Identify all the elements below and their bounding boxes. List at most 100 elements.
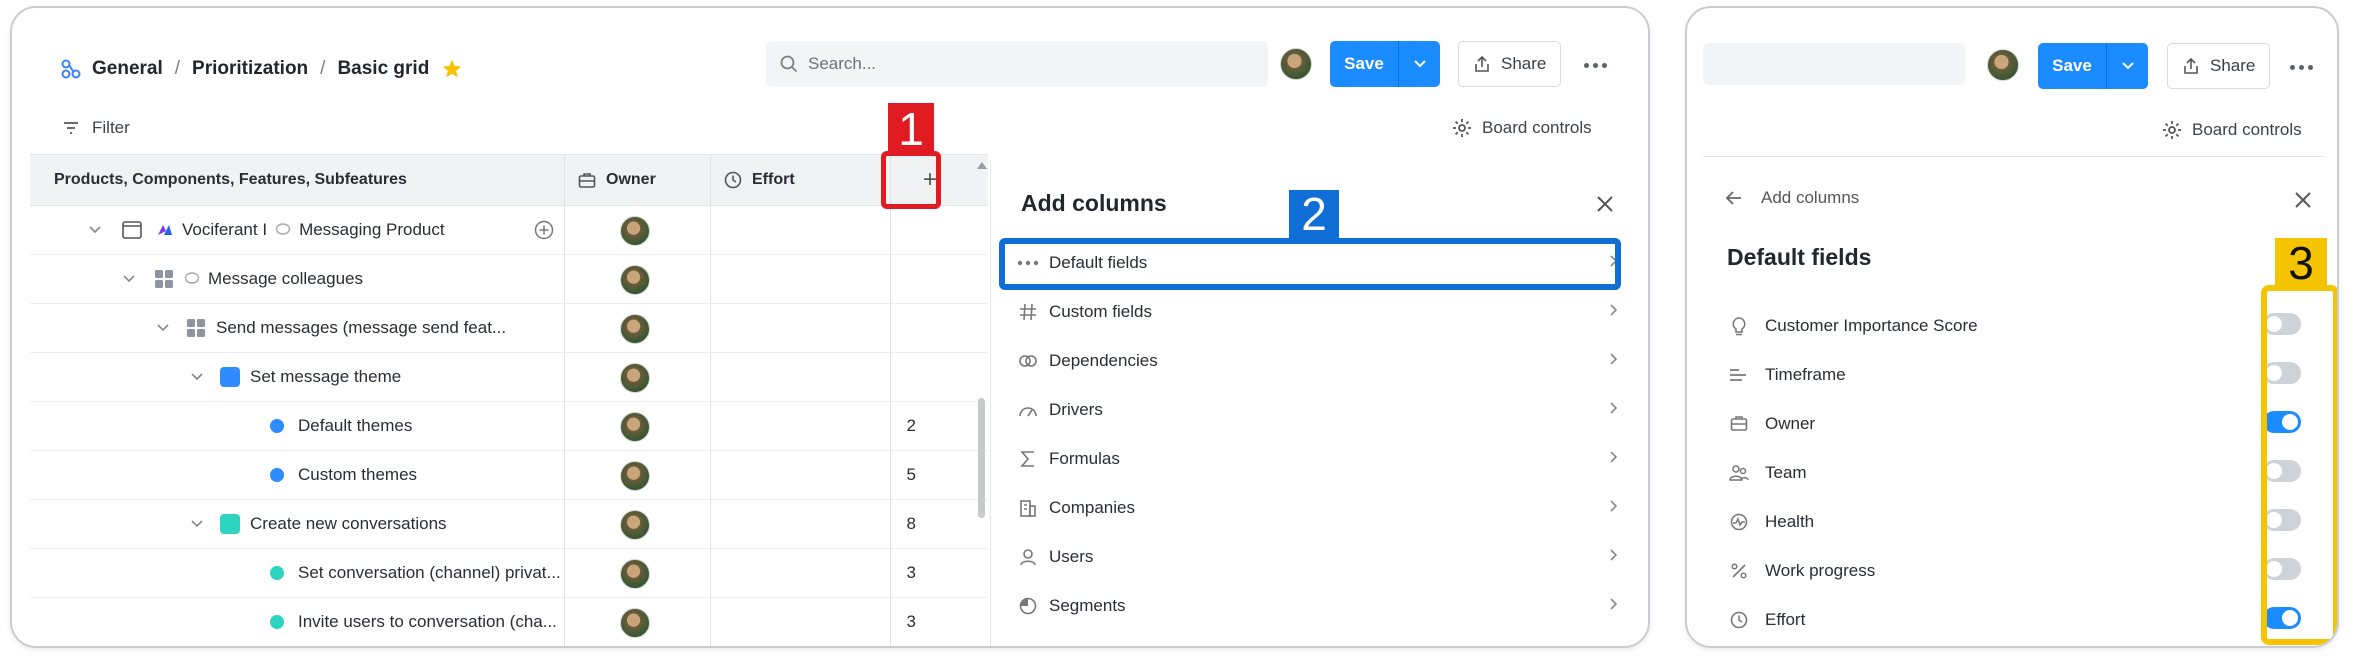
breadcrumb-item-general[interactable]: General [92,58,163,80]
close-icon[interactable] [1595,194,1615,214]
menu-item-companies[interactable]: Companies [1001,483,1633,532]
column-header-name[interactable]: Products, Components, Features, Subfeatu… [54,155,407,205]
row-name-cell: Create new conversations [190,500,447,548]
row-name-cell: Message colleagues [122,255,363,303]
table-row[interactable]: Set conversation (channel) privat... 3 [30,549,988,598]
menu-item-users[interactable]: Users [1001,532,1633,581]
field-row-team: Team [1727,448,2317,497]
chevron-down-icon[interactable] [156,321,170,335]
save-dropdown-button[interactable] [2106,43,2148,89]
workspace-icon [60,58,82,80]
scroll-up-arrow[interactable] [976,160,988,170]
table-row[interactable]: Send messages (message send feat... [30,304,988,353]
owner-avatar[interactable] [620,461,650,491]
timeframe-icon [1727,367,1751,383]
vertical-scrollbar[interactable] [978,398,985,518]
chevron-right-icon [1609,450,1619,464]
chevron-down-icon[interactable] [122,272,136,286]
highlight-default-fields [999,238,1621,290]
effort-value[interactable]: 3 [860,563,916,583]
lightbulb-icon [1727,316,1751,336]
chevron-down-icon[interactable] [88,223,102,237]
table-row[interactable]: Message colleagues [30,255,988,304]
row-name: Invite users to conversation (cha... [298,612,557,631]
user-icon [1013,548,1043,566]
row-name-cell: Default themes [270,402,412,450]
product-icon [122,221,142,239]
more-options-icon[interactable] [2290,65,2313,70]
owner-avatar[interactable] [620,314,650,344]
effort-value[interactable]: 2 [860,416,916,436]
search-input[interactable]: Search... [766,41,1268,87]
user-avatar[interactable] [1280,48,1312,80]
chevron-right-icon [1609,401,1619,415]
save-dropdown-button[interactable] [1398,41,1440,87]
divider [1703,156,2323,157]
menu-item-custom-fields[interactable]: Custom fields [1001,287,1633,336]
menu-item-label: Dependencies [1049,350,1158,370]
owner-avatar[interactable] [620,412,650,442]
menu-item-segments[interactable]: Segments [1001,581,1633,630]
board-controls-button[interactable]: Board controls [1452,118,1592,138]
breadcrumb-item-basic-grid[interactable]: Basic grid [337,58,429,80]
menu-item-formulas[interactable]: Formulas [1001,434,1633,483]
chevron-down-icon [1413,59,1427,69]
brand-logo-icon [156,221,174,239]
row-name-cell: Invite users to conversation (cha... [270,598,557,646]
feature-square-icon [220,367,240,387]
subfeature-dot-icon [270,468,284,482]
owner-avatar[interactable] [620,608,650,638]
owner-avatar[interactable] [620,265,650,295]
chevron-right-icon [1609,303,1619,317]
effort-value[interactable]: 3 [860,612,916,632]
field-label: Timeframe [1765,364,1846,384]
owner-avatar[interactable] [620,510,650,540]
owner-avatar[interactable] [620,363,650,393]
table-row[interactable]: Create new conversations 8 [30,500,988,549]
owner-avatar[interactable] [620,216,650,246]
table-row[interactable]: Custom themes 5 [30,451,988,500]
user-avatar[interactable] [1987,49,2019,81]
board-controls-button[interactable]: Board controls [2162,120,2302,140]
chat-bubble-icon [184,272,200,286]
side-window: Save Share Board controls Add columns De… [1685,6,2339,648]
percent-icon [1727,562,1751,580]
effort-value[interactable]: 8 [860,514,916,534]
menu-item-drivers[interactable]: Drivers [1001,385,1633,434]
chevron-down-icon [2121,61,2135,71]
breadcrumb-separator: / [320,58,326,79]
row-name: Default themes [298,416,413,435]
chevron-down-icon[interactable] [190,517,204,531]
breadcrumb-item-prioritization[interactable]: Prioritization [192,58,308,80]
table-row[interactable]: Invite users to conversation (cha... 3 [30,598,988,646]
save-button[interactable]: Save [2038,43,2106,89]
table-row[interactable]: Set message theme [30,353,988,402]
favorite-star-icon[interactable] [441,58,463,80]
feature-square-icon [220,514,240,534]
search-input-blurred[interactable] [1703,43,1965,85]
table-row[interactable]: Default themes 2 [30,402,988,451]
add-child-icon[interactable] [534,220,554,240]
owner-avatar[interactable] [620,559,650,589]
column-header-effort[interactable]: Effort [724,155,795,205]
chevron-down-icon[interactable] [190,370,204,384]
save-button-group: Save [1330,41,1440,87]
default-fields-title: Default fields [1727,244,1872,270]
close-icon[interactable] [2293,190,2313,210]
row-name: Set conversation (channel) privat... [298,563,561,582]
row-name: Custom themes [298,465,418,484]
menu-item-dependencies[interactable]: Dependencies [1001,336,1633,385]
row-name: Message colleagues [208,269,363,288]
menu-item-label: Formulas [1049,448,1120,468]
filter-button[interactable]: Filter [62,118,130,138]
share-button[interactable]: Share [2167,43,2271,89]
column-header-owner[interactable]: Owner [578,155,656,205]
back-button[interactable]: Add columns [1725,188,1859,208]
share-button[interactable]: Share [1458,41,1562,87]
board-controls-label: Board controls [2192,120,2302,139]
table-row[interactable]: Vociferant I Messaging Product [30,206,988,255]
effort-value[interactable]: 5 [860,465,916,485]
field-row-customer-importance-score: Customer Importance Score [1727,301,2317,350]
more-options-icon[interactable] [1584,63,1607,68]
save-button[interactable]: Save [1330,41,1398,87]
